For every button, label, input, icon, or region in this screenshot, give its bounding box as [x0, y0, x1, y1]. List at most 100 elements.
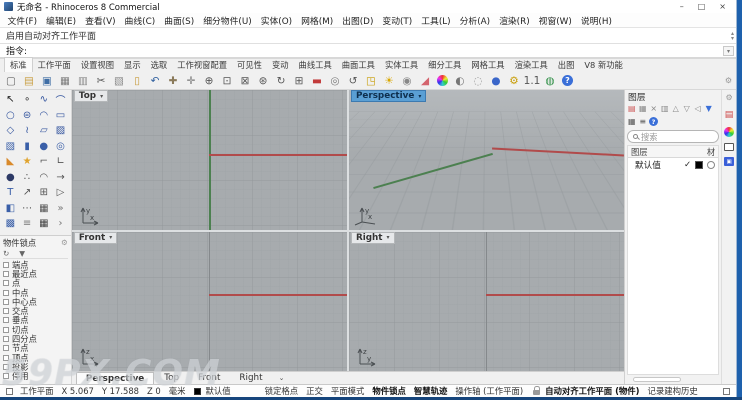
- viewport-tab[interactable]: Right: [230, 372, 271, 384]
- boolean-tool-icon[interactable]: ●: [2, 170, 19, 186]
- title-bar[interactable]: 无命名 - Rhinoceros 8 Commercial – □ ×: [0, 0, 736, 13]
- command-combo-icon[interactable]: ▾: [723, 46, 734, 56]
- duplicate-layer-icon[interactable]: ▥: [660, 103, 670, 114]
- osnap-checkbox[interactable]: [3, 308, 9, 314]
- viewport-layout-icon[interactable]: ⊞: [291, 73, 307, 89]
- status-toggle[interactable]: 自动对齐工作平面 (物件): [541, 385, 643, 397]
- viewport-front[interactable]: Front ▾ z x: [72, 232, 347, 372]
- circle-tool-icon[interactable]: ○: [2, 108, 19, 124]
- viewport-tab[interactable]: Perspective: [76, 372, 154, 384]
- rendered-sphere-icon[interactable]: ●: [488, 73, 504, 89]
- blend-tool-icon[interactable]: ◠: [35, 170, 52, 186]
- toolbar-tab[interactable]: 曲线工具: [294, 58, 337, 72]
- new-layer-icon[interactable]: ▤: [627, 103, 637, 114]
- scroll-down-icon[interactable]: ▾: [731, 36, 734, 41]
- viewport-front-title[interactable]: Front ▾: [74, 232, 117, 244]
- rectangle-tool-icon[interactable]: ▭: [52, 108, 69, 124]
- search-input[interactable]: [641, 132, 713, 142]
- rotate-view-icon[interactable]: ↻: [273, 73, 289, 89]
- grid-tool-icon[interactable]: ▦: [35, 216, 52, 232]
- menu-item[interactable]: 渲染(R): [495, 14, 535, 27]
- menu-item[interactable]: 曲面(S): [160, 14, 199, 27]
- viewport-menu-caret-icon[interactable]: ▾: [109, 234, 112, 241]
- layer-wedge-icon[interactable]: ◢: [417, 73, 433, 89]
- viewport-top[interactable]: Top ▾ y x: [72, 90, 347, 230]
- osnap-item[interactable]: 停用: [3, 372, 68, 381]
- freeform-tool-icon[interactable]: ≀: [19, 123, 36, 139]
- earth-globe-icon[interactable]: ◍: [542, 73, 558, 89]
- toolbar-gear-icon[interactable]: ⚙: [725, 76, 732, 396]
- osnap-checkbox[interactable]: [3, 327, 9, 333]
- array-dots-tool-icon[interactable]: ∴: [19, 170, 36, 186]
- current-layer-swatch[interactable]: [194, 388, 201, 395]
- osnap-checkbox[interactable]: [3, 271, 9, 277]
- toolbar-tab[interactable]: 网格工具: [466, 58, 509, 72]
- undo-icon[interactable]: ↶: [147, 73, 163, 89]
- orbit-icon[interactable]: ↺: [345, 73, 361, 89]
- status-toggle[interactable]: 操作轴 (工作平面): [451, 385, 527, 397]
- toolbar-tab[interactable]: 出图: [553, 58, 580, 72]
- viewport-tab[interactable]: Front: [189, 372, 229, 384]
- viewport-right-title[interactable]: Right ▾: [351, 232, 395, 244]
- layer-name[interactable]: 默认值: [631, 159, 680, 171]
- solid-box-tool-icon[interactable]: ▩: [2, 216, 19, 232]
- lock-objects-icon[interactable]: ◉: [399, 73, 415, 89]
- color-wheel-icon[interactable]: [437, 75, 448, 86]
- paste-icon[interactable]: ▯: [129, 73, 145, 89]
- osnap-filter-icon[interactable]: ▼: [19, 249, 25, 258]
- selection-filter-icon[interactable]: [6, 388, 13, 395]
- maximize-button[interactable]: □: [698, 0, 706, 13]
- viewport-tab-menu-icon[interactable]: ⌄: [279, 374, 285, 382]
- osnap-checkbox[interactable]: [3, 280, 9, 286]
- menu-item[interactable]: 工具(L): [417, 14, 455, 27]
- osnap-checkbox[interactable]: [3, 290, 9, 296]
- ghosted-sphere-icon[interactable]: ◌: [470, 73, 486, 89]
- extend-tool-icon[interactable]: →: [52, 170, 69, 186]
- car-icon[interactable]: ▬: [309, 73, 325, 89]
- cylinder-tool-icon[interactable]: ▮: [19, 139, 36, 155]
- osnap-checkbox[interactable]: [3, 373, 9, 379]
- toolbar-tab[interactable]: 变动: [267, 58, 294, 72]
- toolbar-tab[interactable]: 选取: [146, 58, 173, 72]
- more-tools-icon[interactable]: »: [52, 201, 69, 217]
- expand-tools-icon[interactable]: ›: [52, 216, 69, 232]
- hscroll-thumb[interactable]: [633, 377, 681, 382]
- status-toggle[interactable]: 物件锁点: [368, 385, 410, 397]
- status-toggle[interactable]: 智慧轨迹: [410, 385, 452, 397]
- minimize-button[interactable]: –: [680, 0, 684, 13]
- menu-item[interactable]: 说明(H): [576, 14, 616, 27]
- polygon-tool-icon[interactable]: ◇: [2, 123, 19, 139]
- menu-item[interactable]: 分析(A): [455, 14, 494, 27]
- sphere-tool-icon[interactable]: ●: [35, 139, 52, 155]
- menu-item[interactable]: 曲线(C): [120, 14, 160, 27]
- help-icon[interactable]: ?: [562, 75, 573, 86]
- grid-view-icon[interactable]: ▦: [627, 116, 637, 127]
- ellipsis-tool-icon[interactable]: ⋯: [19, 201, 36, 217]
- osnap-refresh-icon[interactable]: ↻: [3, 249, 9, 258]
- layers-search-box[interactable]: [627, 130, 719, 143]
- delete-layer-icon[interactable]: ×: [649, 103, 659, 114]
- chamfer-tool-icon[interactable]: ∟: [52, 154, 69, 170]
- layer-material-icon[interactable]: [707, 161, 715, 169]
- menu-item[interactable]: 查看(V): [81, 14, 120, 27]
- arc-tool-icon[interactable]: ◠: [35, 108, 52, 124]
- filter-funnel-icon[interactable]: ▼: [704, 103, 714, 114]
- pan-hand-icon[interactable]: ✚: [165, 73, 181, 89]
- move-points-tool-icon[interactable]: ↗: [19, 185, 36, 201]
- patch-tool-icon[interactable]: ▨: [52, 123, 69, 139]
- osnap-checkbox[interactable]: [3, 355, 9, 361]
- current-layer-check-icon[interactable]: ✓: [684, 160, 691, 170]
- pushpin-tool-icon[interactable]: ◣: [2, 154, 19, 170]
- box-tool-icon[interactable]: ▧: [2, 139, 19, 155]
- fillet-tool-icon[interactable]: ⌐: [35, 154, 52, 170]
- curve-tool-icon[interactable]: ∿: [35, 92, 52, 108]
- layer-row[interactable]: 默认值 ✓: [628, 158, 718, 171]
- zoom-icon[interactable]: ⊕: [201, 73, 217, 89]
- menu-item[interactable]: 细分物件(U): [199, 14, 257, 27]
- ellipse-tool-icon[interactable]: ⊜: [19, 108, 36, 124]
- osnap-checkbox[interactable]: [3, 299, 9, 305]
- status-toggle[interactable]: 锁定格点: [261, 385, 303, 397]
- collapse-icon[interactable]: ◁: [693, 103, 703, 114]
- toolbar-tab[interactable]: 实体工具: [380, 58, 423, 72]
- surface-tool-icon[interactable]: ▱: [35, 123, 52, 139]
